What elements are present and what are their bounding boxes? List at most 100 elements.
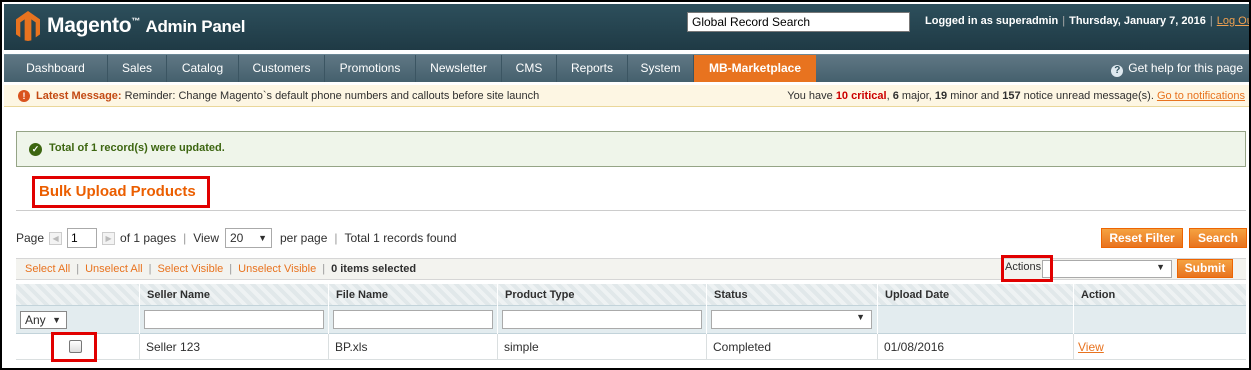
nav-reports[interactable]: Reports xyxy=(557,55,628,82)
unselect-visible-link[interactable]: Unselect Visible xyxy=(238,263,316,275)
page-number-input[interactable] xyxy=(67,228,98,248)
selection-links: Select All | Unselect All | Select Visible | U… xyxy=(25,263,417,275)
nav-dashboard[interactable]: Dashboard xyxy=(4,55,108,82)
nav-promotions[interactable]: Promotions xyxy=(325,55,416,82)
major-count: 6 xyxy=(892,90,899,102)
logo-text: Magento™ Admin Panel xyxy=(47,14,245,38)
nav-catalog[interactable]: Catalog xyxy=(167,55,239,82)
type-cell: simple xyxy=(498,334,707,360)
type-filter-input[interactable] xyxy=(502,310,702,329)
any-filter-select[interactable]: Any ▼ xyxy=(20,311,67,329)
select-visible-link[interactable]: Select Visible xyxy=(157,263,223,275)
actions-select[interactable]: ▼ xyxy=(1042,260,1172,278)
nav-newsletter[interactable]: Newsletter xyxy=(416,55,502,82)
file-cell: BP.xls xyxy=(329,334,498,360)
search-button[interactable]: Search xyxy=(1189,228,1247,248)
help-link[interactable]: ? Get help for this page xyxy=(1111,55,1243,82)
nav-sales[interactable]: Sales xyxy=(108,55,167,82)
chevron-down-icon: ▼ xyxy=(856,312,865,322)
latest-message-text: Reminder: Change Magento`s default phone… xyxy=(124,90,540,102)
next-page-icon[interactable]: ▶ xyxy=(102,231,116,245)
total-records: Total 1 records found xyxy=(344,231,457,245)
submit-button[interactable]: Submit xyxy=(1177,259,1233,278)
pager: Page ◀ ▶ of 1 pages | View 20▼ per page … xyxy=(16,228,457,248)
checkbox-highlight xyxy=(51,332,97,362)
col-upload-date[interactable]: Upload Date xyxy=(878,284,1074,306)
prev-page-icon[interactable]: ◀ xyxy=(49,231,63,245)
minor-label: minor and xyxy=(950,90,1000,102)
of-pages: of 1 pages xyxy=(120,231,177,245)
view-per-page-select[interactable]: 20 ▼ xyxy=(225,228,272,248)
notification-bar: ! Latest Message: Reminder: Change Magen… xyxy=(4,85,1249,107)
col-select[interactable] xyxy=(16,284,140,306)
notice-count: 157 xyxy=(1002,90,1021,102)
filter-status-cell: ▼ xyxy=(707,306,878,334)
date-text: Thursday, January 7, 2016 xyxy=(1069,15,1206,27)
reset-filter-button[interactable]: Reset Filter xyxy=(1101,228,1183,248)
filter-date-cell xyxy=(878,306,1074,334)
message-counts: You have 10 critical, 6 major, 19 minor … xyxy=(787,90,1245,102)
grid-header: Seller Name File Name Product Type Statu… xyxy=(16,284,1246,306)
filter-type-cell xyxy=(498,306,707,334)
col-seller-name[interactable]: Seller Name xyxy=(140,284,329,306)
filter-action-cell xyxy=(1074,306,1246,334)
upload-grid: Seller Name File Name Product Type Statu… xyxy=(16,284,1246,360)
check-icon: ✓ xyxy=(29,143,42,156)
logged-in-text: Logged in as superadmin xyxy=(925,15,1059,27)
nav-customers[interactable]: Customers xyxy=(239,55,325,82)
global-search-input[interactable] xyxy=(687,12,910,32)
view-value: 20 xyxy=(230,231,244,245)
logo-sub: Admin Panel xyxy=(145,17,246,36)
filter-file-cell xyxy=(329,306,498,334)
date-cell: 01/08/2016 xyxy=(878,334,1074,360)
unselect-all-link[interactable]: Unselect All xyxy=(85,263,142,275)
any-value: Any xyxy=(25,313,46,327)
success-message: ✓ Total of 1 record(s) were updated. xyxy=(16,131,1246,167)
grid-filter-row: Any ▼ ▼ xyxy=(16,306,1246,334)
items-selected: 0 items selected xyxy=(331,263,417,275)
file-filter-input[interactable] xyxy=(333,310,493,329)
col-status[interactable]: Status xyxy=(707,284,878,306)
col-product-type[interactable]: Product Type xyxy=(498,284,707,306)
status-cell: Completed xyxy=(707,334,878,360)
go-to-notifications-link[interactable]: Go to notifications xyxy=(1157,90,1245,102)
chevron-down-icon: ▼ xyxy=(52,315,61,325)
counts-prefix: You have xyxy=(787,90,833,102)
critical-count: 10 critical xyxy=(835,90,887,102)
filter-select-cell: Any ▼ xyxy=(16,306,140,334)
table-row: Seller 123 BP.xls simple Completed 01/08… xyxy=(16,334,1246,360)
logo[interactable]: Magento™ Admin Panel xyxy=(16,11,245,41)
per-page-label: per page xyxy=(280,231,328,245)
page-title: Bulk Upload Products xyxy=(32,176,210,208)
main-nav: Dashboard Sales Catalog Customers Promot… xyxy=(4,54,1249,82)
success-text: Total of 1 record(s) were updated. xyxy=(49,142,225,154)
nav-cms[interactable]: CMS xyxy=(502,55,557,82)
col-file-name[interactable]: File Name xyxy=(329,284,498,306)
nav-system[interactable]: System xyxy=(628,55,694,82)
minor-count: 19 xyxy=(934,90,948,102)
view-link[interactable]: View xyxy=(1078,340,1104,354)
select-all-link[interactable]: Select All xyxy=(25,263,70,275)
logout-link[interactable]: Log Out xyxy=(1217,15,1249,27)
header: Magento™ Admin Panel Logged in as supera… xyxy=(4,4,1249,50)
latest-message: Latest Message: Reminder: Change Magento… xyxy=(36,85,539,107)
nav-mb-marketplace[interactable]: MB-Marketplace xyxy=(694,55,816,82)
action-cell: View xyxy=(1074,334,1246,360)
notice-label: notice unread message(s). xyxy=(1023,90,1154,102)
status-filter-select[interactable]: ▼ xyxy=(711,310,872,329)
chevron-down-icon: ▼ xyxy=(258,233,267,243)
magento-logo-icon xyxy=(16,11,40,41)
help-text: Get help for this page xyxy=(1128,61,1243,75)
alert-icon: ! xyxy=(18,90,30,102)
actions-highlight xyxy=(1001,255,1053,282)
seller-filter-input[interactable] xyxy=(144,310,324,329)
admin-window: Magento™ Admin Panel Logged in as supera… xyxy=(0,0,1251,370)
latest-message-label: Latest Message: xyxy=(36,90,122,102)
page-label: Page xyxy=(16,231,45,245)
logo-tm: ™ xyxy=(131,16,140,26)
major-label: major, xyxy=(901,90,932,102)
seller-cell: Seller 123 xyxy=(140,334,329,360)
chevron-down-icon: ▼ xyxy=(1156,262,1165,272)
filter-seller-cell xyxy=(140,306,329,334)
help-icon: ? xyxy=(1111,65,1124,77)
